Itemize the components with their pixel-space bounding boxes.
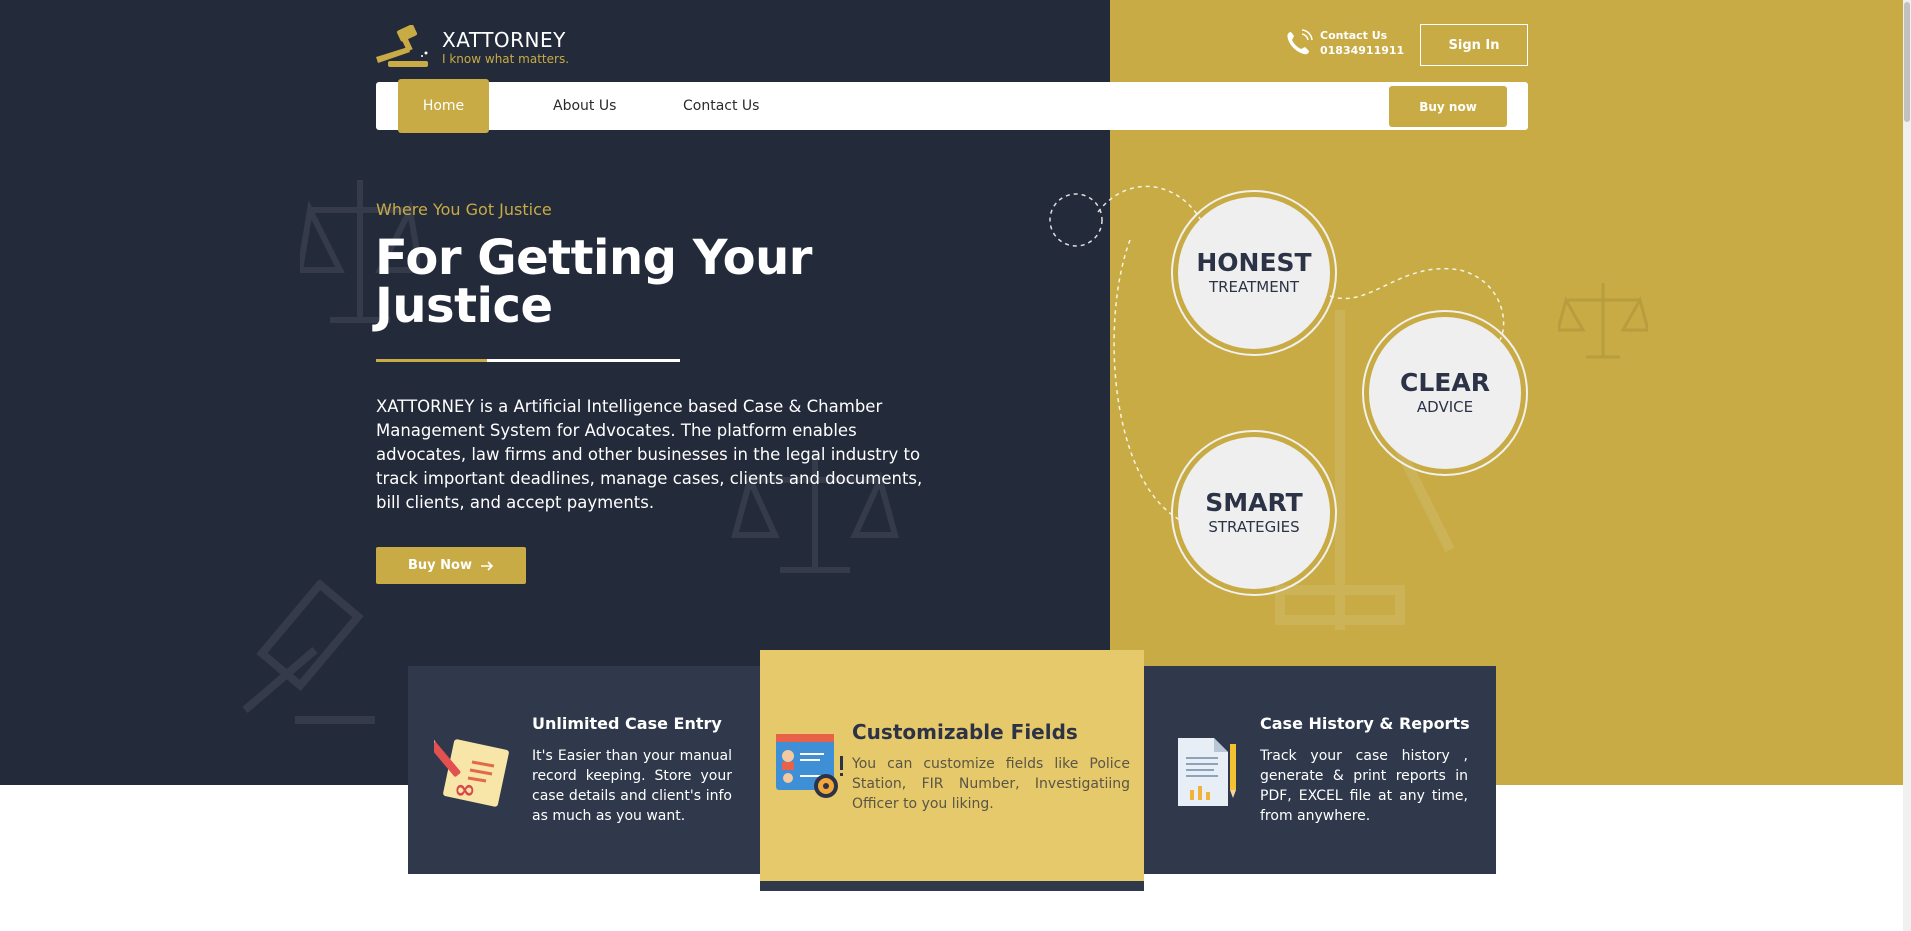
hero-divider-accent — [376, 359, 487, 362]
feature-text: Track your case history , generate & pri… — [1260, 748, 1468, 824]
arrow-right-icon — [480, 560, 494, 571]
header-contact[interactable]: Contact Us 01834911911 — [1284, 28, 1404, 58]
nav-item-about-us[interactable]: About Us — [553, 82, 616, 130]
notepad-pencil-icon: ∞ — [434, 735, 509, 807]
feature-card-customizable-fields: Customizable Fields You can customize fi… — [760, 650, 1144, 891]
contact-phone: 01834911911 — [1320, 44, 1405, 57]
feature-title: Unlimited Case Entry — [532, 714, 722, 733]
value-subtitle: STRATEGIES — [1208, 518, 1300, 536]
feature-card-accent-bar — [760, 881, 1144, 891]
feature-text: It's Easier than your manual record keep… — [532, 748, 732, 824]
feature-text: You can customize fields like Police Sta… — [852, 756, 1130, 812]
page-scrollbar[interactable] — [1903, 0, 1911, 931]
hero-buy-now-button[interactable]: Buy Now — [376, 547, 526, 584]
settings-profile-icon — [776, 734, 843, 798]
value-subtitle: TREATMENT — [1208, 278, 1300, 296]
brand-tagline: I know what matters. — [442, 52, 570, 66]
brand-name: XATTORNEY — [442, 28, 566, 52]
value-title: SMART — [1205, 488, 1303, 517]
buy-now-nav-button[interactable]: Buy now — [1389, 86, 1507, 127]
main-nav: Home About Us Contact Us Buy now — [376, 79, 1528, 133]
value-title: CLEAR — [1400, 368, 1490, 397]
sign-in-button[interactable]: Sign In — [1420, 24, 1528, 66]
nav-item-home[interactable]: Home — [398, 79, 489, 133]
gavel-logo-icon — [376, 25, 428, 67]
phone-icon — [1287, 29, 1313, 55]
scales-deco-icon — [1558, 283, 1648, 359]
value-circle-honest: HONEST TREATMENT — [1171, 190, 1337, 356]
feature-title: Customizable Fields — [852, 720, 1078, 744]
hero-buy-now-label: Buy Now — [408, 558, 472, 573]
report-document-icon — [1178, 738, 1236, 806]
hero-description: XATTORNEY is a Artificial Intelligence b… — [376, 397, 923, 512]
feature-card-case-history-reports: Case History & Reports Track your case h… — [1144, 666, 1496, 874]
value-subtitle: ADVICE — [1416, 398, 1474, 416]
value-circle-smart: SMART STRATEGIES — [1171, 430, 1337, 596]
value-circle-clear: CLEAR ADVICE — [1362, 310, 1528, 476]
hero-title: For Getting Your Justice — [375, 230, 812, 334]
scrollbar-thumb[interactable] — [1904, 2, 1910, 122]
hero-eyebrow: Where You Got Justice — [376, 200, 552, 219]
feature-title: Case History & Reports — [1260, 714, 1470, 733]
brand-logo[interactable]: XATTORNEY I know what matters. — [374, 25, 569, 69]
value-title: HONEST — [1196, 248, 1312, 277]
svg-text:∞: ∞ — [454, 775, 476, 805]
gavel-deco-icon — [242, 580, 375, 724]
contact-label: Contact Us — [1320, 29, 1388, 42]
nav-item-contact-us[interactable]: Contact Us — [683, 82, 759, 130]
feature-card-unlimited-case-entry: ∞ Unlimited Case Entry It's Easier than … — [408, 666, 760, 874]
